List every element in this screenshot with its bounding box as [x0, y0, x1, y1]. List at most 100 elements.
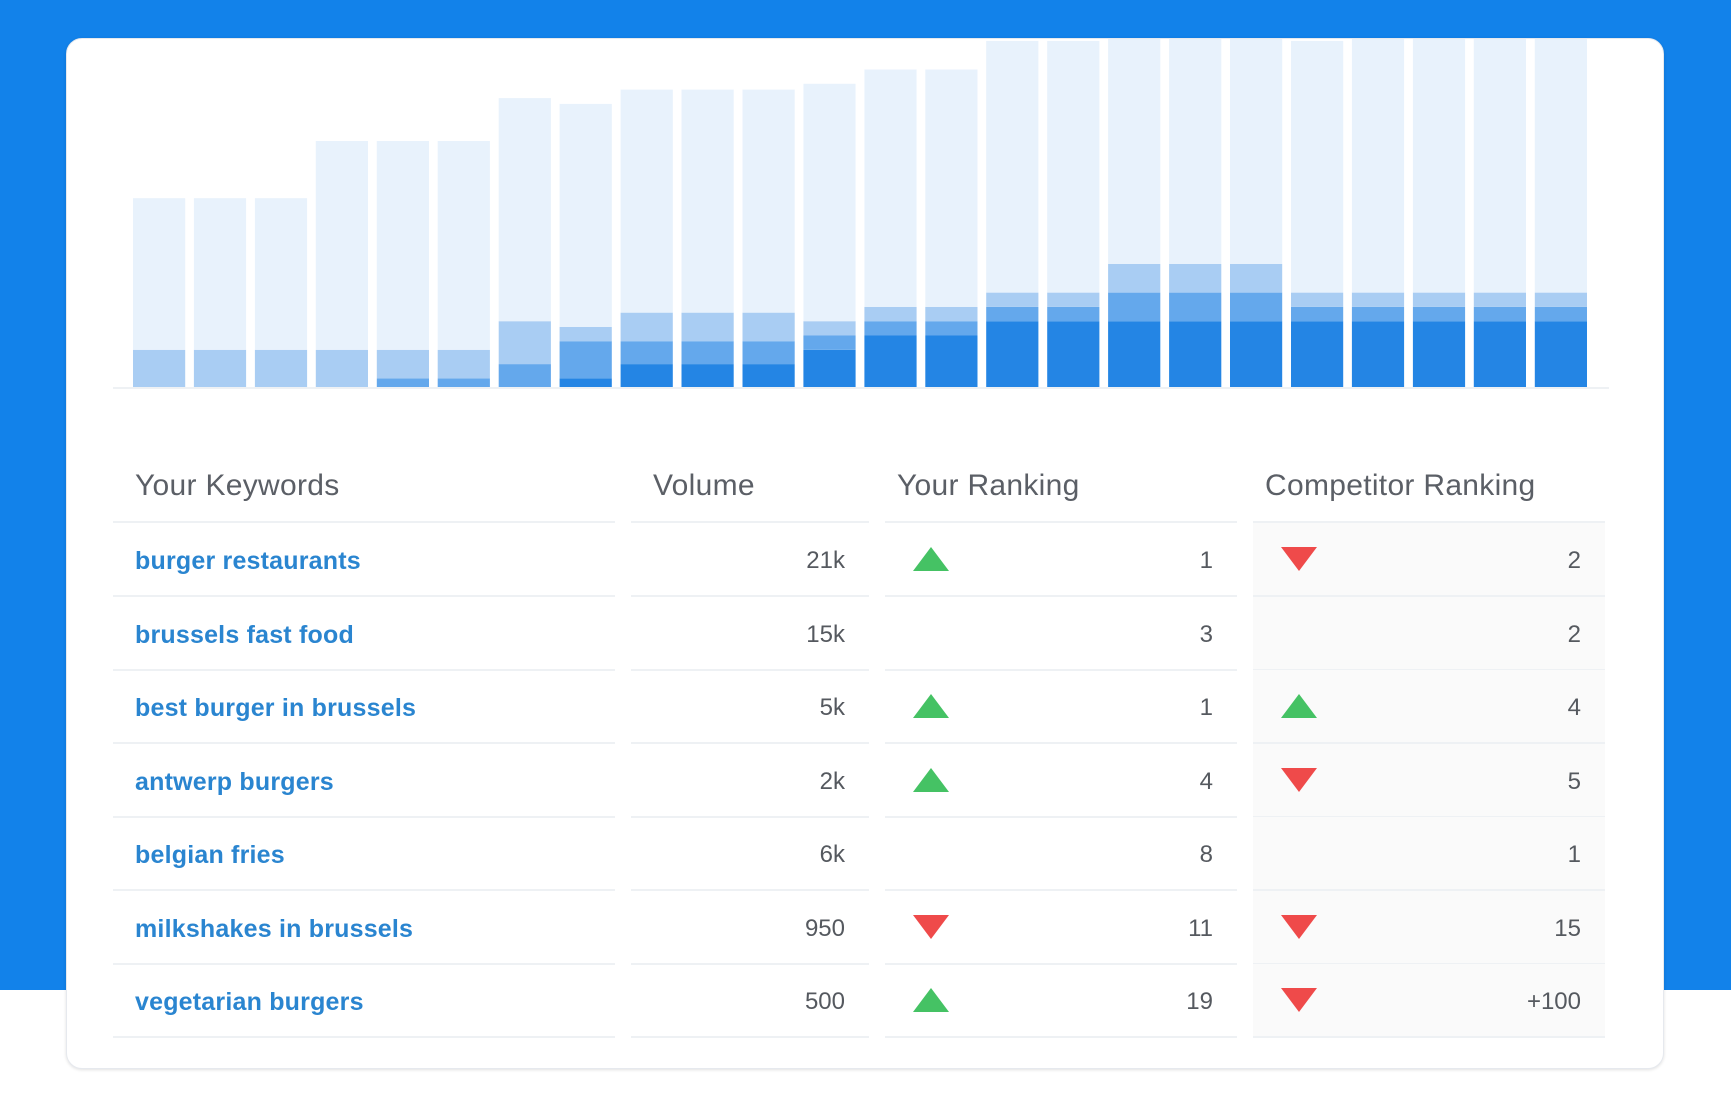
bar-segment: [1230, 264, 1283, 293]
volume-cell: 5k: [631, 670, 869, 744]
competitor-ranking-value: +100: [1526, 988, 1581, 1015]
bar-segment: [376, 378, 429, 387]
bar-segment: [925, 306, 978, 322]
bar-segment: [1473, 306, 1526, 322]
bar-segment: [1047, 306, 1100, 322]
bar-segment: [498, 364, 551, 387]
bar-segment: [986, 40, 1039, 293]
volume-cell: 500: [631, 964, 869, 1038]
bar-segment: [1230, 321, 1283, 387]
bar-segment: [864, 306, 917, 322]
header-your-ranking[interactable]: Your Ranking: [897, 469, 1080, 503]
bar-segment: [193, 198, 247, 350]
bar-segment: [681, 89, 734, 313]
bar-segment: [1534, 306, 1587, 322]
bar-segment: [1291, 40, 1344, 293]
your-ranking-value: 3: [1199, 620, 1213, 648]
competitor-ranking-cell: 4: [1253, 670, 1605, 744]
volume-cell: 6k: [631, 817, 869, 891]
trend-down-icon: [913, 914, 949, 939]
bar-segment: [681, 312, 734, 342]
bar-segment: [620, 364, 673, 387]
bar-segment: [498, 98, 551, 322]
volume-chart: [67, 39, 1665, 399]
keyword-link[interactable]: vegetarian burgers: [135, 988, 364, 1017]
bar-segment: [681, 364, 734, 387]
bar-segment: [1169, 321, 1222, 387]
bar-segment: [315, 349, 368, 387]
trend-up-icon: [1281, 694, 1317, 718]
keyword-cell: belgian fries: [113, 817, 615, 891]
bar-segment: [376, 141, 429, 350]
bar-segment: [559, 378, 612, 387]
bar-segment: [1108, 321, 1161, 387]
bar-segment: [986, 306, 1039, 322]
bar-segment: [864, 335, 917, 387]
header-competitor-ranking[interactable]: Competitor Ranking: [1265, 469, 1536, 503]
bar-segment: [1169, 292, 1222, 322]
keyword-cell: milkshakes in brussels: [113, 891, 615, 965]
bar-segment: [1412, 292, 1466, 307]
volume-chart-svg: [113, 39, 1609, 389]
bar-segment: [1412, 39, 1466, 293]
bar-segment: [620, 89, 673, 313]
competitor-ranking-value: 15: [1554, 914, 1581, 942]
bar-segment: [437, 378, 490, 387]
bar-segment: [376, 349, 429, 379]
bar-segment: [1291, 292, 1344, 307]
keyword-link[interactable]: best burger in brussels: [135, 694, 416, 723]
bar-segment: [1412, 306, 1466, 322]
your-ranking-value: 1: [1199, 694, 1213, 721]
keyword-link[interactable]: burger restaurants: [135, 547, 361, 576]
bar-segment: [254, 198, 308, 350]
header-volume[interactable]: Volume: [653, 469, 755, 503]
your-ranking-value: 19: [1186, 988, 1213, 1015]
your-ranking-value: 4: [1199, 767, 1213, 795]
bar-segment: [1169, 264, 1222, 293]
keyword-cell: antwerp burgers: [113, 744, 615, 818]
your-ranking-value: 1: [1199, 547, 1213, 574]
bar-segment: [1291, 321, 1344, 387]
trend-down-icon: [1281, 988, 1317, 1012]
table-row: antwerp burgers 2k 4 5: [113, 743, 1609, 818]
table-row: best burger in brussels 5k 1 4: [113, 670, 1609, 744]
bar-segment: [559, 103, 612, 328]
table-row: brussels fast food 15k 3 2: [113, 596, 1609, 671]
bar-segment: [742, 89, 795, 313]
bar-segment: [1047, 40, 1100, 293]
volume-value: 15k: [806, 620, 845, 648]
bar-segment: [986, 292, 1039, 307]
bar-segment: [1534, 292, 1587, 307]
competitor-ranking-value: 2: [1567, 547, 1581, 574]
your-ranking-cell: 1: [885, 523, 1237, 597]
bar-segment: [864, 321, 917, 336]
bar-segment: [620, 341, 673, 365]
volume-value: 6k: [819, 841, 845, 868]
your-ranking-value: 8: [1199, 841, 1213, 868]
trend-up-icon: [913, 547, 949, 571]
keyword-link[interactable]: milkshakes in brussels: [135, 915, 413, 944]
bar-segment: [1473, 292, 1526, 307]
competitor-ranking-cell: 15: [1253, 890, 1605, 965]
table-header: Your Keywords Volume Your Ranking Compet…: [113, 449, 1609, 523]
bar-segment: [986, 321, 1039, 387]
keyword-link[interactable]: belgian fries: [135, 841, 285, 870]
bar-segment: [1291, 306, 1344, 322]
keyword-link[interactable]: antwerp burgers: [135, 768, 334, 797]
header-keyword[interactable]: Your Keywords: [135, 469, 340, 503]
trend-up-icon: [913, 694, 949, 718]
bar-segment: [1108, 264, 1161, 293]
keyword-cell: best burger in brussels: [113, 670, 615, 744]
keyword-link[interactable]: brussels fast food: [135, 621, 354, 650]
competitor-ranking-cell: 5: [1253, 743, 1605, 818]
your-ranking-value: 11: [1188, 914, 1213, 942]
table-row: belgian fries 6k 8 1: [113, 817, 1609, 891]
bar-segment: [1230, 39, 1283, 264]
bar-segment: [1047, 292, 1100, 307]
header-competitor-ranking-cell: Competitor Ranking: [1253, 449, 1605, 523]
header-your-ranking-cell: Your Ranking: [885, 449, 1237, 523]
competitor-ranking-value: 2: [1567, 620, 1581, 648]
volume-value: 5k: [819, 694, 845, 721]
bar-segment: [437, 349, 490, 379]
trend-down-icon: [1281, 914, 1317, 939]
